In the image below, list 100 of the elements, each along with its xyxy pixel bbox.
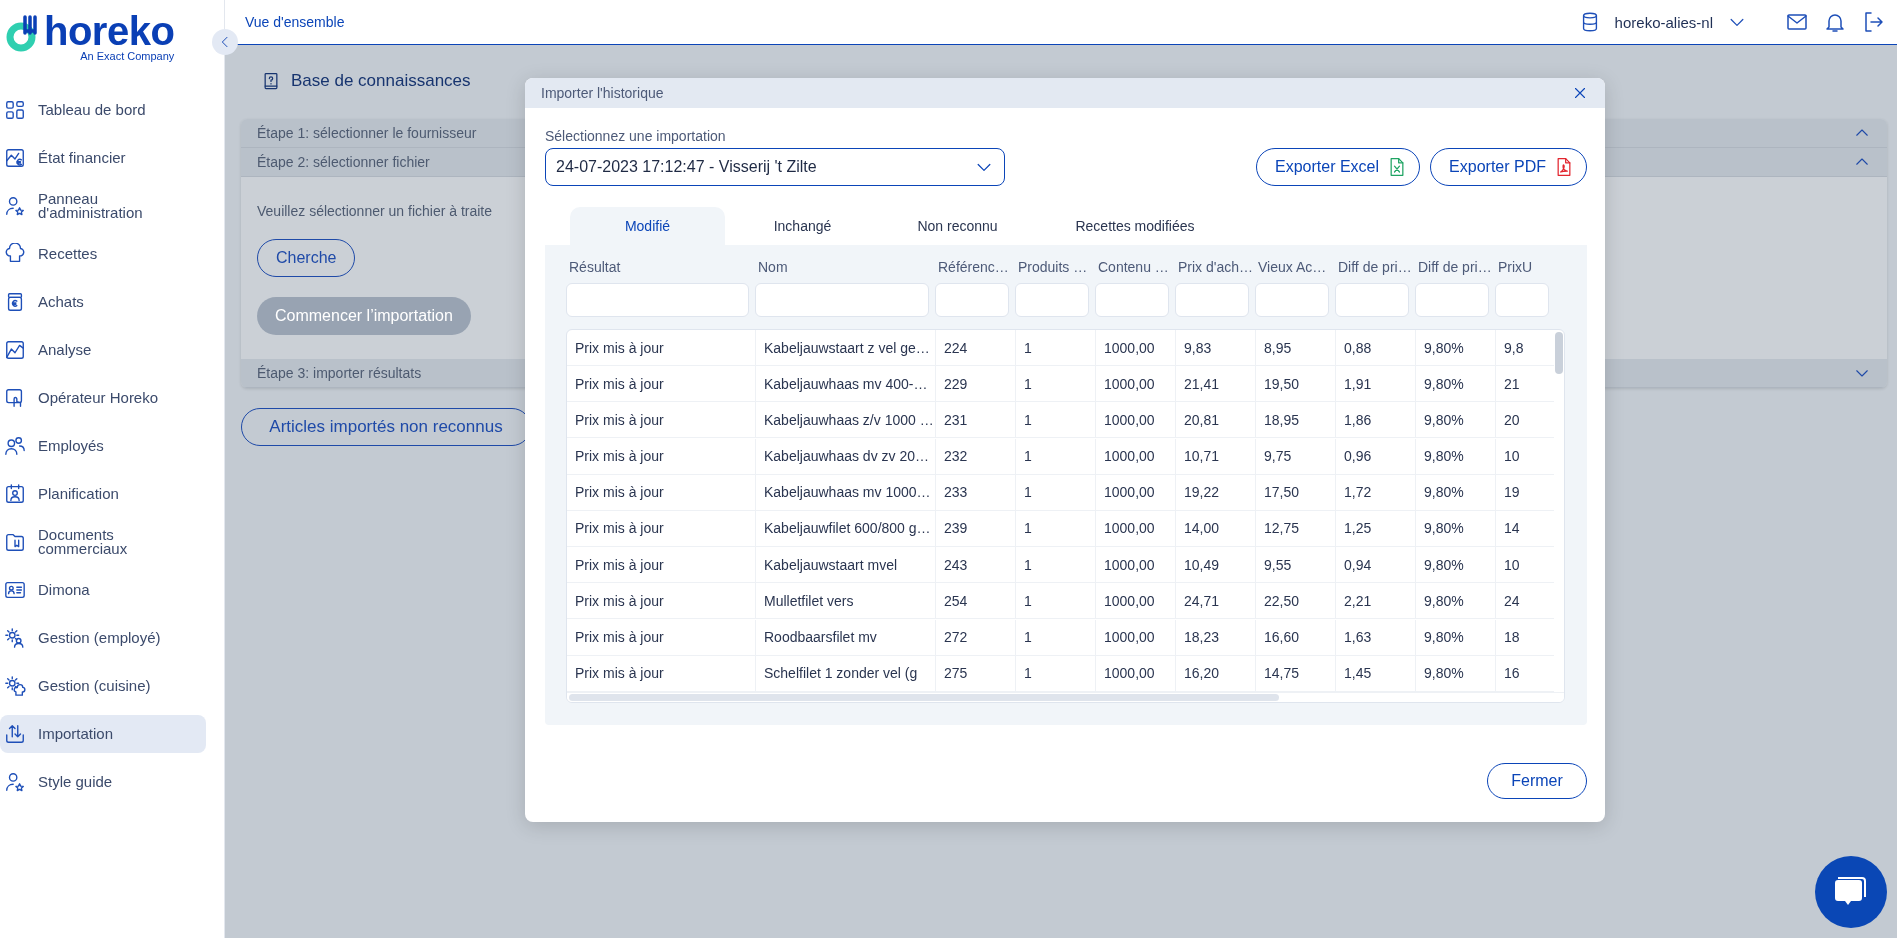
table-cell: 233 (936, 474, 1016, 511)
sidebar-item[interactable]: Gestion (cuisine) (0, 667, 206, 705)
filter-field[interactable] (1095, 283, 1169, 317)
table-cell: 1 (1016, 330, 1096, 366)
table-cell: 18,95 (1256, 402, 1336, 439)
upload-download-icon (4, 723, 26, 745)
step-title: Étape 3: importer résultats (257, 365, 422, 381)
table-cell: 9,80% (1416, 547, 1496, 584)
table-cell: 1000,00 (1096, 655, 1176, 692)
table-cell: 0,94 (1336, 547, 1416, 584)
filter-field[interactable] (566, 283, 749, 317)
sidebar-item[interactable]: Planification (0, 475, 206, 513)
horizontal-scrollbar[interactable] (569, 694, 1279, 701)
table-cell: 9,80% (1416, 330, 1496, 366)
export-button[interactable]: Exporter Excel (1256, 148, 1421, 186)
column-header: Diff de pri… (1417, 259, 1493, 277)
sidebar-item[interactable]: Gestion (employé) (0, 619, 206, 657)
table-cell: 9,80% (1416, 402, 1496, 439)
filter-field[interactable] (1495, 283, 1549, 317)
id-card-icon (4, 579, 26, 601)
close-dialog-button[interactable]: Fermer (1487, 763, 1587, 799)
sidebar-item[interactable]: Panneau d'administration (0, 187, 206, 225)
filter-field[interactable] (1415, 283, 1489, 317)
calendar-user-icon (4, 483, 26, 505)
sidebar-item[interactable]: Opérateur Horeko (0, 379, 206, 417)
table-cell: 9,80% (1416, 583, 1496, 620)
import-select[interactable]: 24-07-2023 17:12:47 - Visserij 't Zilte (545, 148, 1005, 186)
sidebar-item[interactable]: Analyse (0, 331, 206, 369)
table-cell: Prix mis à jour (567, 511, 756, 547)
table-cell: 17,50 (1256, 474, 1336, 511)
table-cell: 14,75 (1256, 655, 1336, 692)
table-cell: Roodbaarsfilet mv (756, 619, 936, 656)
tab[interactable]: Modifié (570, 207, 725, 245)
table-cell: 9,80% (1416, 619, 1496, 656)
table-cell: 9,80% (1416, 366, 1496, 403)
column-header: Prix d'ach… (1177, 259, 1255, 277)
filter-field[interactable] (1255, 283, 1329, 317)
table-cell: 9,55 (1256, 547, 1336, 584)
account-name[interactable]: horeko-alies-nl (1614, 13, 1713, 31)
table-cell: Kabeljauwfilet 600/800 g… (756, 511, 936, 547)
column-header: Nom (757, 259, 789, 277)
chef-hat-icon (4, 243, 26, 265)
column-header: Résultat (568, 259, 622, 277)
filter-field[interactable] (1335, 283, 1409, 317)
line-chart-icon (4, 339, 26, 361)
table-cell: 22,50 (1256, 583, 1336, 620)
chart-euro-icon (4, 147, 26, 169)
collapse-button[interactable] (212, 29, 238, 55)
logo-name: horeko (44, 14, 175, 48)
sidebar-item[interactable]: Documents commerciaux (0, 523, 206, 561)
table-cell: 1 (1016, 402, 1096, 439)
breadcrumb-link[interactable]: Vue d'ensemble (245, 14, 1565, 30)
table-cell: 19,50 (1256, 366, 1336, 403)
table-cell: 21,41 (1176, 366, 1256, 403)
table-cell: 9,80% (1416, 438, 1496, 475)
table-cell: Kabeljauwhaas z/v 1000 … (756, 402, 936, 439)
column-header: Contenu … (1097, 259, 1170, 277)
vertical-scrollbar[interactable] (1555, 332, 1563, 374)
table-cell: Kabeljauwhaas mv 400-… (756, 366, 936, 403)
sidebar-item[interactable]: Style guide (0, 763, 206, 801)
column-header: Diff de pri… (1337, 259, 1413, 277)
table-cell: 1,72 (1336, 474, 1416, 511)
filter-field[interactable] (755, 283, 929, 317)
user-star-icon (4, 195, 26, 217)
sidebar-item[interactable]: Employés (0, 427, 206, 465)
sidebar-item[interactable]: Tableau de bord (0, 91, 206, 129)
table-cell: 18,23 (1176, 619, 1256, 656)
sidebar-item[interactable]: Dimona (0, 571, 206, 609)
table-cell: 1 (1016, 474, 1096, 511)
column-header: PrixU (1497, 259, 1534, 277)
table-cell: 1 (1016, 619, 1096, 656)
sidebar-item[interactable]: Importation (0, 715, 206, 753)
table-cell: 1000,00 (1096, 619, 1176, 656)
table-cell: 24 (1496, 583, 1554, 620)
sidebar-item[interactable]: Achats (0, 283, 206, 321)
table-cell: 16,60 (1256, 619, 1336, 656)
table-cell: 10,71 (1176, 438, 1256, 475)
table-cell: 9,83 (1176, 330, 1256, 366)
table-cell: Mulletfilet vers (756, 583, 936, 620)
table-cell: 16,20 (1176, 655, 1256, 692)
table-cell: 229 (936, 366, 1016, 403)
filter-field[interactable] (1015, 283, 1089, 317)
table-cell: 243 (936, 547, 1016, 584)
logo-tagline: An Exact Company (80, 50, 175, 62)
filter-field[interactable] (935, 283, 1009, 317)
table-cell: 1000,00 (1096, 330, 1176, 366)
export-button[interactable]: Exporter PDF (1430, 148, 1587, 186)
filter-field[interactable] (1175, 283, 1249, 317)
gear-person-icon (4, 627, 26, 649)
sidebar-item[interactable]: Recettes (0, 235, 206, 273)
sidebar-item[interactable]: État financier (0, 139, 206, 177)
folder-book-icon (4, 531, 26, 553)
table-cell: 20 (1496, 402, 1554, 439)
column-header: Vieux Ac… (1257, 259, 1328, 277)
table-cell: 19,22 (1176, 474, 1256, 511)
table-cell: 10,49 (1176, 547, 1256, 584)
table-cell: Prix mis à jour (567, 474, 756, 511)
table-cell: 19 (1496, 474, 1554, 511)
table-cell: 1000,00 (1096, 438, 1176, 475)
table-cell: 1 (1016, 583, 1096, 620)
